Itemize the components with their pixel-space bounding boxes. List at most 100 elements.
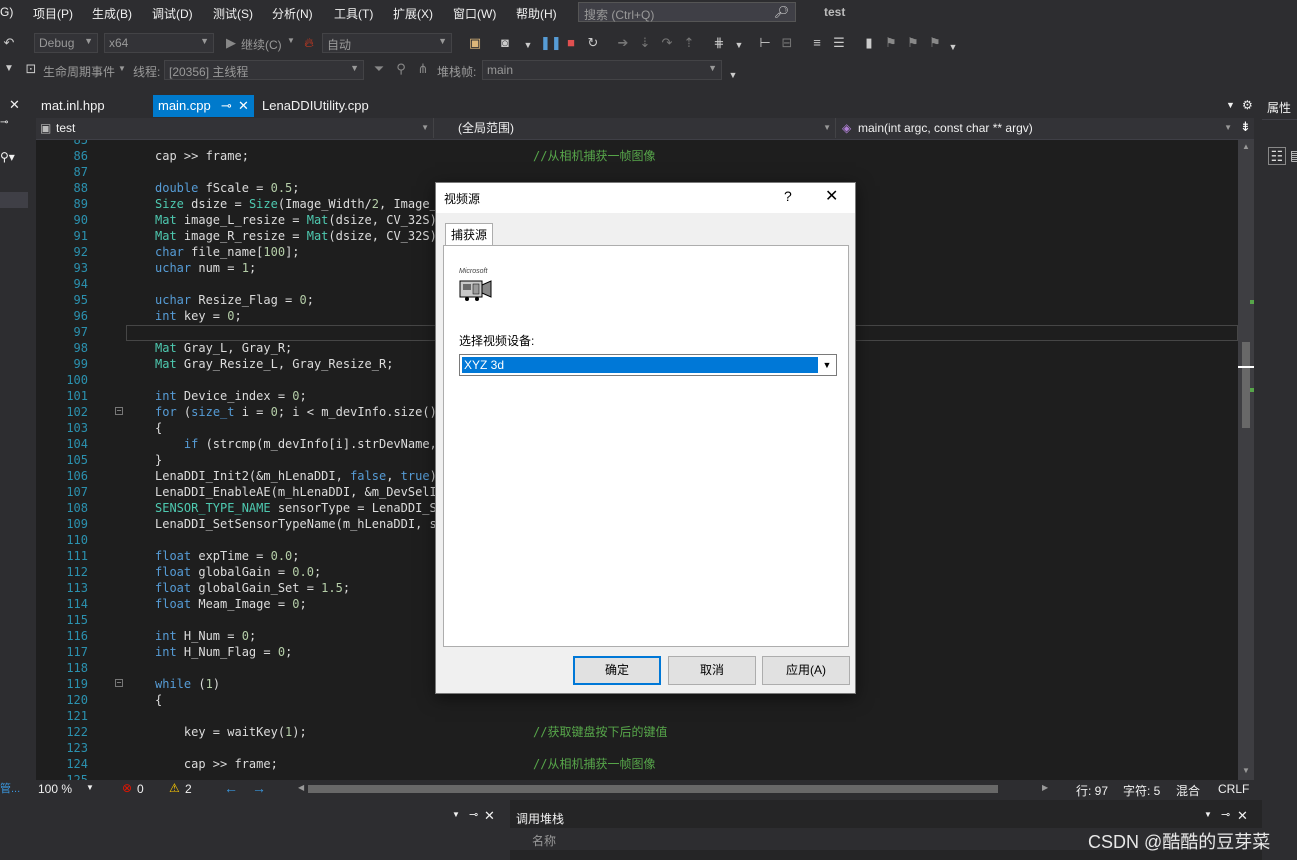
chevron-down-icon[interactable]: ▼ — [452, 810, 460, 819]
fold-toggle-icon[interactable]: − — [115, 407, 123, 415]
thread-icon[interactable]: ⊢ — [756, 34, 774, 52]
chevron-down-icon[interactable]: ▼ — [118, 64, 126, 73]
apply-button[interactable]: 应用(A) — [762, 656, 850, 685]
flag-thread-icon[interactable]: ⊟ — [778, 34, 796, 52]
pin-icon[interactable]: ⊸ — [221, 95, 232, 117]
search-input[interactable]: 搜索 (Ctrl+Q) 🔎︎ — [578, 2, 796, 22]
menu-help[interactable]: 帮助(H) — [516, 5, 557, 22]
code-line[interactable]: 125 — [36, 772, 1238, 780]
solution-explorer-link[interactable]: 管... — [0, 780, 20, 796]
close-button[interactable]: ✕ — [825, 186, 838, 206]
chevron-down-icon[interactable]: ▼ — [724, 66, 742, 84]
prev-bookmark-icon[interactable]: ⚑ — [882, 34, 900, 52]
fold-toggle-icon[interactable]: − — [115, 679, 123, 687]
undo-icon[interactable]: ↶ — [0, 34, 18, 52]
menu-build[interactable]: 生成(B) — [92, 5, 132, 22]
thread-combo[interactable]: [20356] 主线程 ▼ — [164, 60, 364, 80]
menu-tools[interactable]: 工具(T) — [334, 5, 373, 22]
continue-button[interactable]: 继续(C) — [241, 36, 282, 53]
show-next-statement-icon[interactable]: ➔ — [614, 34, 632, 52]
pause-icon[interactable]: ❚❚ — [540, 34, 562, 52]
play-icon[interactable]: ▶ — [222, 34, 240, 52]
function-dropdown[interactable]: ◈ main(int argc, const char ** argv) ▼ — [836, 118, 1236, 138]
code-line[interactable]: 123 — [36, 740, 1238, 756]
step-into-icon[interactable]: ⇣ — [636, 34, 654, 52]
gear-icon[interactable]: ⚙ — [1242, 98, 1253, 112]
code-line[interactable]: 85 — [36, 140, 1238, 148]
auto-combo[interactable]: 自动 ▼ — [322, 33, 452, 53]
stop-icon[interactable]: ■ — [562, 34, 580, 52]
alphabetical-icon[interactable]: ▤ — [1290, 147, 1297, 164]
bookmark-icon[interactable]: ▮ — [860, 34, 878, 52]
next-bookmark-icon[interactable]: ⚑ — [904, 34, 922, 52]
selected-item[interactable] — [0, 192, 28, 208]
back-arrow-icon[interactable]: ← — [224, 780, 238, 796]
close-icon[interactable]: ✕ — [1237, 808, 1248, 824]
menu-project[interactable]: 项目(P) — [33, 5, 73, 22]
platform-combo[interactable]: x64 ▼ — [104, 33, 214, 53]
scroll-left-icon[interactable]: ◀ — [298, 783, 304, 792]
horizontal-scroll-thumb[interactable] — [308, 785, 998, 793]
tab-main-cpp[interactable]: main.cpp ⊸ ✕ — [153, 95, 254, 117]
scroll-up-icon[interactable]: ▲ — [1242, 142, 1250, 151]
chevron-down-icon[interactable]: ▼ — [519, 36, 537, 54]
menu-build-tail[interactable]: G) — [0, 5, 13, 19]
scope-dropdown[interactable]: (全局范围) ▼ — [434, 118, 836, 138]
close-icon[interactable]: ✕ — [484, 808, 495, 824]
pin-icon[interactable]: ⊸ — [469, 808, 478, 821]
name-column-header[interactable]: 名称 — [532, 832, 556, 849]
step-over-icon[interactable]: ↷ — [658, 34, 676, 52]
restart-icon[interactable]: ↻ — [584, 34, 602, 52]
forward-arrow-icon[interactable]: → — [252, 780, 266, 796]
scroll-thumb[interactable] — [1242, 342, 1250, 428]
scroll-down-icon[interactable]: ▼ — [1242, 766, 1250, 775]
stackframe-combo[interactable]: main ▼ — [482, 60, 722, 80]
menu-debug[interactable]: 调试(D) — [152, 5, 193, 22]
menu-window[interactable]: 窗口(W) — [453, 5, 496, 22]
config-combo[interactable]: Debug ▼ — [34, 33, 98, 53]
menu-test[interactable]: 测试(S) — [213, 5, 253, 22]
code-line[interactable]: 120 { — [36, 692, 1238, 708]
mode-indicator[interactable]: 混合 — [1176, 782, 1200, 799]
cancel-button[interactable]: 取消 — [668, 656, 756, 685]
indent-icon[interactable]: ≡ — [808, 34, 826, 52]
flame-icon[interactable]: 🔥︎ — [300, 34, 318, 52]
chevron-down-icon[interactable]: ▼ — [0, 60, 18, 78]
hex-icon[interactable]: ⋕ — [710, 34, 728, 52]
menu-extensions[interactable]: 扩展(X) — [393, 5, 433, 22]
screenshot-icon[interactable]: ◙ — [496, 34, 514, 52]
tab-capture-source[interactable]: 捕获源 — [445, 223, 493, 246]
code-line[interactable]: 121 — [36, 708, 1238, 724]
search-icon[interactable]: ⚲▾ — [0, 150, 15, 164]
code-line[interactable]: 122 key = waitKey(1); //获取键盘按下后的键值 — [36, 724, 1238, 740]
menu-analyze[interactable]: 分析(N) — [272, 5, 313, 22]
eol-indicator[interactable]: CRLF — [1218, 782, 1249, 796]
thread-group-icon[interactable]: ⋔ — [414, 60, 432, 78]
ok-button[interactable]: 确定 — [573, 656, 661, 685]
error-count[interactable]: 0 — [137, 782, 144, 796]
step-out-icon[interactable]: ⇡ — [680, 34, 698, 52]
zoom-level[interactable]: 100 % — [38, 782, 72, 796]
flag-filter-icon[interactable]: ⚲ — [392, 60, 410, 78]
folder-icon[interactable]: ▣ — [466, 34, 484, 52]
code-line[interactable]: 124 cap >> frame; //从相机捕获一帧图像 — [36, 756, 1238, 772]
comment-icon[interactable]: ☰ — [830, 34, 848, 52]
code-line[interactable]: 86 cap >> frame; //从相机捕获一帧图像 — [36, 148, 1238, 164]
chevron-down-icon[interactable]: ▼ — [944, 38, 962, 56]
chevron-down-icon[interactable]: ▼ — [1204, 810, 1212, 819]
chevron-down-icon[interactable]: ▼ — [287, 36, 295, 45]
dialog-titlebar[interactable]: 视频源 ? ✕ — [436, 183, 855, 213]
code-line[interactable]: 87 — [36, 164, 1238, 180]
warning-count[interactable]: 2 — [185, 782, 192, 796]
scroll-right-icon[interactable]: ▶ — [1042, 783, 1048, 792]
close-icon[interactable]: ✕ — [238, 95, 249, 117]
chevron-down-icon[interactable]: ▼ — [86, 783, 94, 792]
project-dropdown[interactable]: ▣ test ▼ — [36, 118, 434, 138]
chevron-down-icon[interactable]: ▼ — [1226, 100, 1235, 110]
tab-mat-inl-hpp[interactable]: mat.inl.hpp — [36, 95, 148, 117]
pin-icon[interactable]: ⊸ — [0, 117, 8, 128]
pin-icon[interactable]: ⊸ — [1221, 808, 1230, 821]
chevron-down-icon[interactable]: ▼ — [820, 357, 834, 373]
vertical-scrollbar[interactable]: ▲ ▼ — [1238, 140, 1254, 780]
device-select[interactable]: XYZ 3d ▼ — [459, 354, 837, 376]
